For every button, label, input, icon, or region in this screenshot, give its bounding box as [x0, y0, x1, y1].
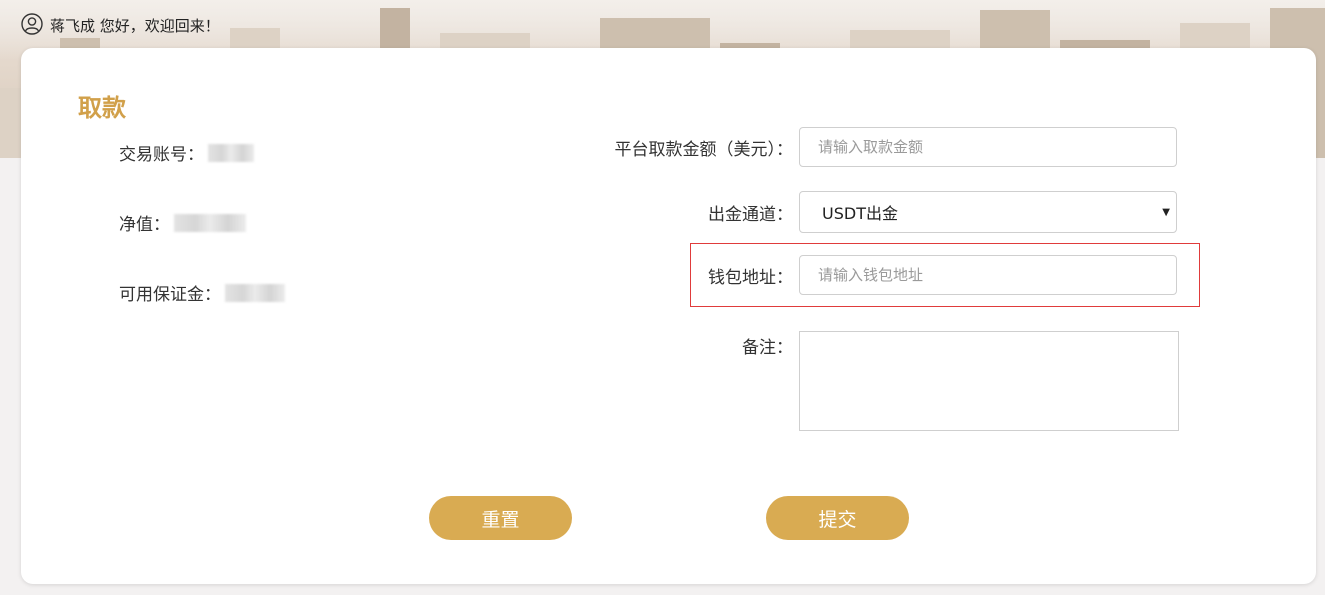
amount-label-wrap: 平台取款金额（美元）： — [581, 136, 794, 160]
channel-selected-value: USDT出金 — [822, 204, 898, 223]
remark-label: 备注： — [742, 337, 793, 358]
channel-select[interactable]: USDT出金 ▼ — [799, 191, 1177, 233]
withdraw-card: 取款 交易账号： 净值： 可用保证金： 平台取款金额（美元）： 出金通道： US… — [21, 48, 1316, 584]
net-value-label: 净值： — [119, 215, 170, 235]
wallet-address-input[interactable] — [799, 255, 1177, 295]
trading-account-value-redacted — [208, 143, 254, 162]
wallet-label: 钱包地址： — [708, 267, 793, 288]
available-margin-redacted — [225, 283, 285, 302]
remark-textarea[interactable] — [799, 331, 1179, 431]
net-value-row: 净值： — [119, 210, 246, 235]
trading-account-row: 交易账号： — [119, 140, 254, 165]
channel-label-wrap: 出金通道： — [581, 201, 793, 225]
top-bar: 蒋飞成 您好，欢迎回来！ — [0, 0, 1325, 48]
channel-label: 出金通道： — [708, 204, 793, 225]
reset-button[interactable]: 重置 — [429, 496, 572, 540]
user-circle-icon[interactable] — [21, 13, 43, 35]
remark-label-wrap: 备注： — [581, 334, 793, 358]
amount-label: 平台取款金额（美元）： — [614, 139, 794, 160]
net-value-redacted — [174, 213, 246, 232]
page-title: 取款 — [78, 94, 126, 122]
available-margin-row: 可用保证金： — [119, 280, 285, 305]
trading-account-label: 交易账号： — [119, 145, 204, 165]
wallet-label-wrap: 钱包地址： — [581, 264, 793, 288]
available-margin-label: 可用保证金： — [119, 285, 221, 305]
submit-button[interactable]: 提交 — [766, 496, 909, 540]
user-greeting: 蒋飞成 您好，欢迎回来！ — [50, 17, 220, 35]
dropdown-arrow-icon: ▼ — [1162, 206, 1170, 218]
amount-input[interactable] — [799, 127, 1177, 167]
